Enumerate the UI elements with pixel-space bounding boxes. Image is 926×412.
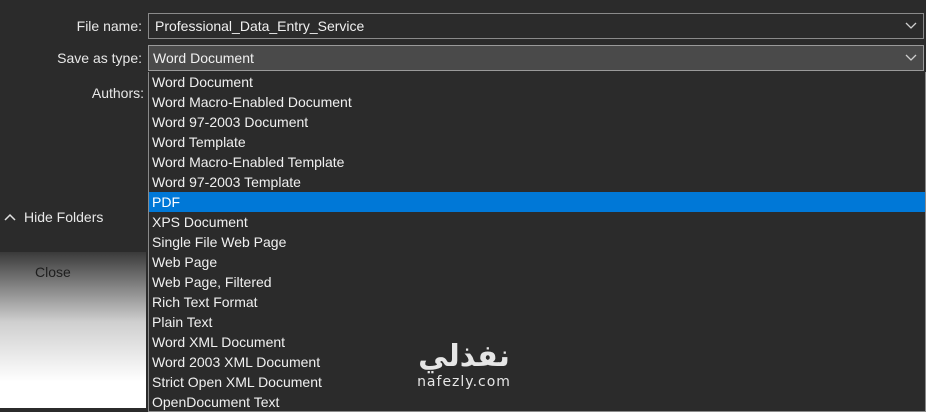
dropdown-option[interactable]: Word Template — [149, 132, 925, 152]
dropdown-option[interactable]: Word Document — [149, 72, 925, 92]
save-as-type-value: Word Document — [153, 50, 254, 66]
save-as-type-select[interactable]: Word Document — [148, 45, 924, 71]
dialog-footer-area — [0, 252, 146, 408]
dropdown-option[interactable]: Word 97-2003 Document — [149, 112, 925, 132]
hide-folders-label: Hide Folders — [24, 209, 104, 225]
chevron-down-icon[interactable] — [903, 46, 919, 70]
file-name-value: Professional_Data_Entry_Service — [155, 18, 365, 34]
dropdown-option[interactable]: Strict Open XML Document — [149, 372, 925, 392]
save-as-type-dropdown-list[interactable]: Word Document Word Macro-Enabled Document… — [148, 72, 926, 412]
file-name-input[interactable]: Professional_Data_Entry_Service — [148, 13, 924, 39]
dropdown-option[interactable]: Rich Text Format — [149, 292, 925, 312]
dropdown-option[interactable]: Single File Web Page — [149, 232, 925, 252]
file-name-label: File name: — [76, 18, 142, 34]
authors-label: Authors: — [91, 85, 144, 101]
dropdown-option[interactable]: Word Macro-Enabled Document — [149, 92, 925, 112]
close-button[interactable]: Close — [35, 264, 71, 280]
dropdown-option[interactable]: Word 2003 XML Document — [149, 352, 925, 372]
dropdown-option[interactable]: Web Page — [149, 252, 925, 272]
dropdown-option[interactable]: Word 97-2003 Template — [149, 172, 925, 192]
dropdown-option[interactable]: PDF — [149, 192, 925, 212]
chevron-down-icon[interactable] — [903, 14, 919, 38]
dropdown-option[interactable]: Word Macro-Enabled Template — [149, 152, 925, 172]
save-as-type-label: Save as type: — [57, 50, 142, 66]
dropdown-option[interactable]: Plain Text — [149, 312, 925, 332]
dropdown-option[interactable]: Web Page, Filtered — [149, 272, 925, 292]
dropdown-option[interactable]: OpenDocument Text — [149, 392, 925, 411]
chevron-up-icon — [4, 213, 16, 221]
hide-folders-button[interactable]: Hide Folders — [4, 209, 103, 225]
dropdown-option[interactable]: Word XML Document — [149, 332, 925, 352]
dropdown-option[interactable]: XPS Document — [149, 212, 925, 232]
